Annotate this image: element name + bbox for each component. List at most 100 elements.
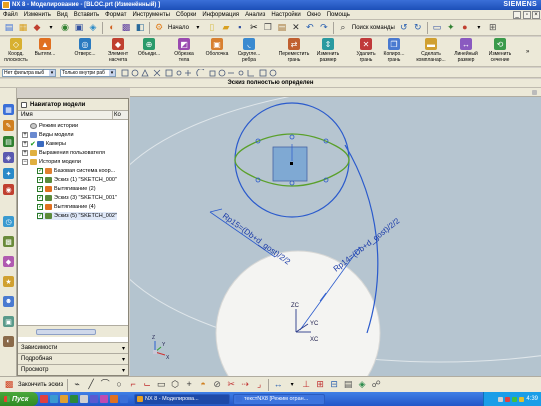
chamfer-icon[interactable]: ⌙: [141, 379, 153, 391]
tree-node-sketch-3[interactable]: ✓ Эскиз (3) "SKETCH_001": [37, 194, 117, 202]
window-menu-icon[interactable]: [532, 90, 537, 95]
close-window-button[interactable]: ×: [532, 11, 540, 19]
minimize-button[interactable]: _: [513, 11, 521, 19]
manufacturing-wizard-icon[interactable]: ★: [3, 276, 14, 287]
expand-toggle[interactable]: +: [22, 141, 28, 147]
wireframe-icon[interactable]: ▣: [73, 22, 85, 34]
menu-insert[interactable]: Вставить: [71, 12, 102, 18]
tree-node-extrude-2[interactable]: ✓ Вытягивание (2): [37, 185, 96, 193]
polygon-icon[interactable]: ⬡: [169, 379, 181, 391]
visibility-checkbox[interactable]: ✓: [37, 177, 43, 183]
system-scenes-icon[interactable]: ▣: [3, 316, 14, 327]
analysis-icon[interactable]: ✦: [445, 22, 457, 34]
rectangle-icon[interactable]: ▭: [155, 379, 167, 391]
part-navigator-icon[interactable]: ▤: [3, 136, 14, 147]
circle-icon[interactable]: ○: [113, 379, 125, 391]
menu-view[interactable]: Вид: [54, 12, 71, 18]
inferred-dimension-icon[interactable]: ↔: [272, 379, 284, 391]
offset-curve-icon[interactable]: ⊘: [211, 379, 223, 391]
tree-node-cameras[interactable]: + ✔ Камеры: [22, 140, 66, 148]
fit-view-icon[interactable]: ◉: [59, 22, 71, 34]
constraint-navigator-icon[interactable]: ✎: [3, 120, 14, 131]
save-icon[interactable]: ▪: [234, 22, 246, 34]
command-finder-icon[interactable]: ⌕: [337, 22, 349, 34]
restore-button[interactable]: ▫: [523, 11, 531, 19]
tree-node-sketch-1[interactable]: ✓ Эскиз (1) "SKETCH_000": [37, 176, 117, 184]
tray-icon[interactable]: [512, 396, 518, 402]
finish-sketch-icon[interactable]: ▩: [3, 379, 15, 391]
line-icon[interactable]: ╱: [85, 379, 97, 391]
quick-extend-icon[interactable]: ⇢: [239, 379, 251, 391]
quick-launch-icon[interactable]: [80, 395, 88, 403]
dropdown-arrow-icon[interactable]: ▾: [473, 22, 485, 34]
tray-icon[interactable]: [498, 396, 504, 402]
web-browser-icon[interactable]: ◉: [3, 184, 14, 195]
menu-information[interactable]: Информация: [199, 12, 242, 18]
render-icon[interactable]: ●: [459, 22, 471, 34]
fillet-icon[interactable]: ⌐: [127, 379, 139, 391]
scrollbar-thumb[interactable]: [36, 329, 96, 335]
dependencies-panel[interactable]: Зависимости ▾: [18, 342, 128, 353]
menu-window[interactable]: Окно: [304, 12, 324, 18]
redo-icon[interactable]: ↷: [318, 22, 330, 34]
paste-icon[interactable]: ▤: [276, 22, 288, 34]
sketch-feature-button[interactable]: ◆ Элемент насчета: [104, 38, 132, 66]
studio-spline-icon[interactable]: ◓: [197, 379, 209, 391]
start-button[interactable]: Пуск: [0, 392, 38, 406]
process-studio-icon[interactable]: ◆: [3, 256, 14, 267]
delete-face-button[interactable]: ✕ Удалить грань: [353, 38, 379, 66]
shell-button[interactable]: ▣ Оболочка: [204, 38, 230, 66]
tray-icon[interactable]: [505, 396, 511, 402]
tree-node-sketch-5[interactable]: ✓ Эскиз (5) "SKETCH_002": [37, 212, 117, 220]
unite-button[interactable]: ⊕ Объеди...: [136, 38, 162, 66]
resize-face-button[interactable]: ⇕ Изменить размер: [315, 38, 341, 66]
quick-launch-icon[interactable]: [70, 395, 78, 403]
extrude-button[interactable]: ▲ Вытяги...: [32, 38, 58, 66]
show-constraints-icon[interactable]: ⊞: [314, 379, 326, 391]
menu-file[interactable]: Файл: [0, 12, 21, 18]
graphics-canvas[interactable]: Rp15=(Db+d_gost)/2/2 Rp14=(Db+d_gost)/2/…: [130, 97, 541, 376]
tree-node-user-expressions[interactable]: + Выражения пользователя: [22, 149, 105, 157]
expand-toggle[interactable]: +: [22, 150, 28, 156]
layer-icon[interactable]: ◈: [87, 22, 99, 34]
shading-icon[interactable]: ◆: [31, 22, 43, 34]
edge-blend-button[interactable]: ◟ Скругле... ребра: [236, 38, 262, 66]
make-corner-icon[interactable]: ⌟: [253, 379, 265, 391]
change-section-button[interactable]: ⟲ Изменить сечение: [485, 38, 515, 66]
toolbar-overflow-icon[interactable]: »: [526, 49, 529, 55]
navigator-horizontal-scrollbar[interactable]: [18, 325, 128, 337]
system-materials-icon[interactable]: ▩: [3, 236, 14, 247]
new-icon[interactable]: ▯: [206, 22, 218, 34]
tree-node-model-history[interactable]: − История модели: [22, 158, 81, 166]
animate-dimension-icon[interactable]: ▤: [342, 379, 354, 391]
rendering-style-icon[interactable]: ◐: [106, 22, 118, 34]
view-orientation-icon[interactable]: ▩: [120, 22, 132, 34]
tree-node-model-views[interactable]: + Виды модели: [22, 131, 74, 139]
move-face-button[interactable]: ⇄ Переместить грань: [279, 38, 309, 66]
quick-launch-icon[interactable]: [100, 395, 108, 403]
pin-icon[interactable]: [21, 101, 27, 108]
visibility-checkbox[interactable]: ✓: [37, 168, 43, 174]
trimetric-view-icon[interactable]: ◧: [134, 22, 146, 34]
menu-format[interactable]: Формат: [102, 12, 129, 18]
hd3d-tools-icon[interactable]: ✦: [3, 168, 14, 179]
alternate-solution-icon[interactable]: ◈: [356, 379, 368, 391]
dropdown-arrow-icon[interactable]: ▾: [286, 379, 298, 391]
tray-icon[interactable]: [519, 396, 525, 402]
menu-help[interactable]: Помощь: [324, 12, 353, 18]
sketch-style-icon[interactable]: ☍: [370, 379, 382, 391]
preview-panel[interactable]: Просмотр ▾: [18, 364, 128, 375]
undo-icon[interactable]: ↶: [304, 22, 316, 34]
start-menu-label[interactable]: Начало: [168, 25, 189, 31]
quick-launch-icon[interactable]: [120, 395, 128, 403]
geometric-constraints-icon[interactable]: ⊥: [300, 379, 312, 391]
delete-icon[interactable]: ✕: [290, 22, 302, 34]
finish-sketch-label[interactable]: Закончить эскиз: [18, 382, 63, 388]
menu-edit[interactable]: Изменить: [21, 12, 54, 18]
window-icon[interactable]: ▭: [431, 22, 443, 34]
menu-preferences[interactable]: Настройки: [268, 12, 303, 18]
assembly-navigator-icon[interactable]: ▦: [3, 104, 14, 115]
refresh-icon[interactable]: ↺: [398, 22, 410, 34]
open-file-icon[interactable]: ▦: [17, 22, 29, 34]
copy-icon[interactable]: ❐: [262, 22, 274, 34]
